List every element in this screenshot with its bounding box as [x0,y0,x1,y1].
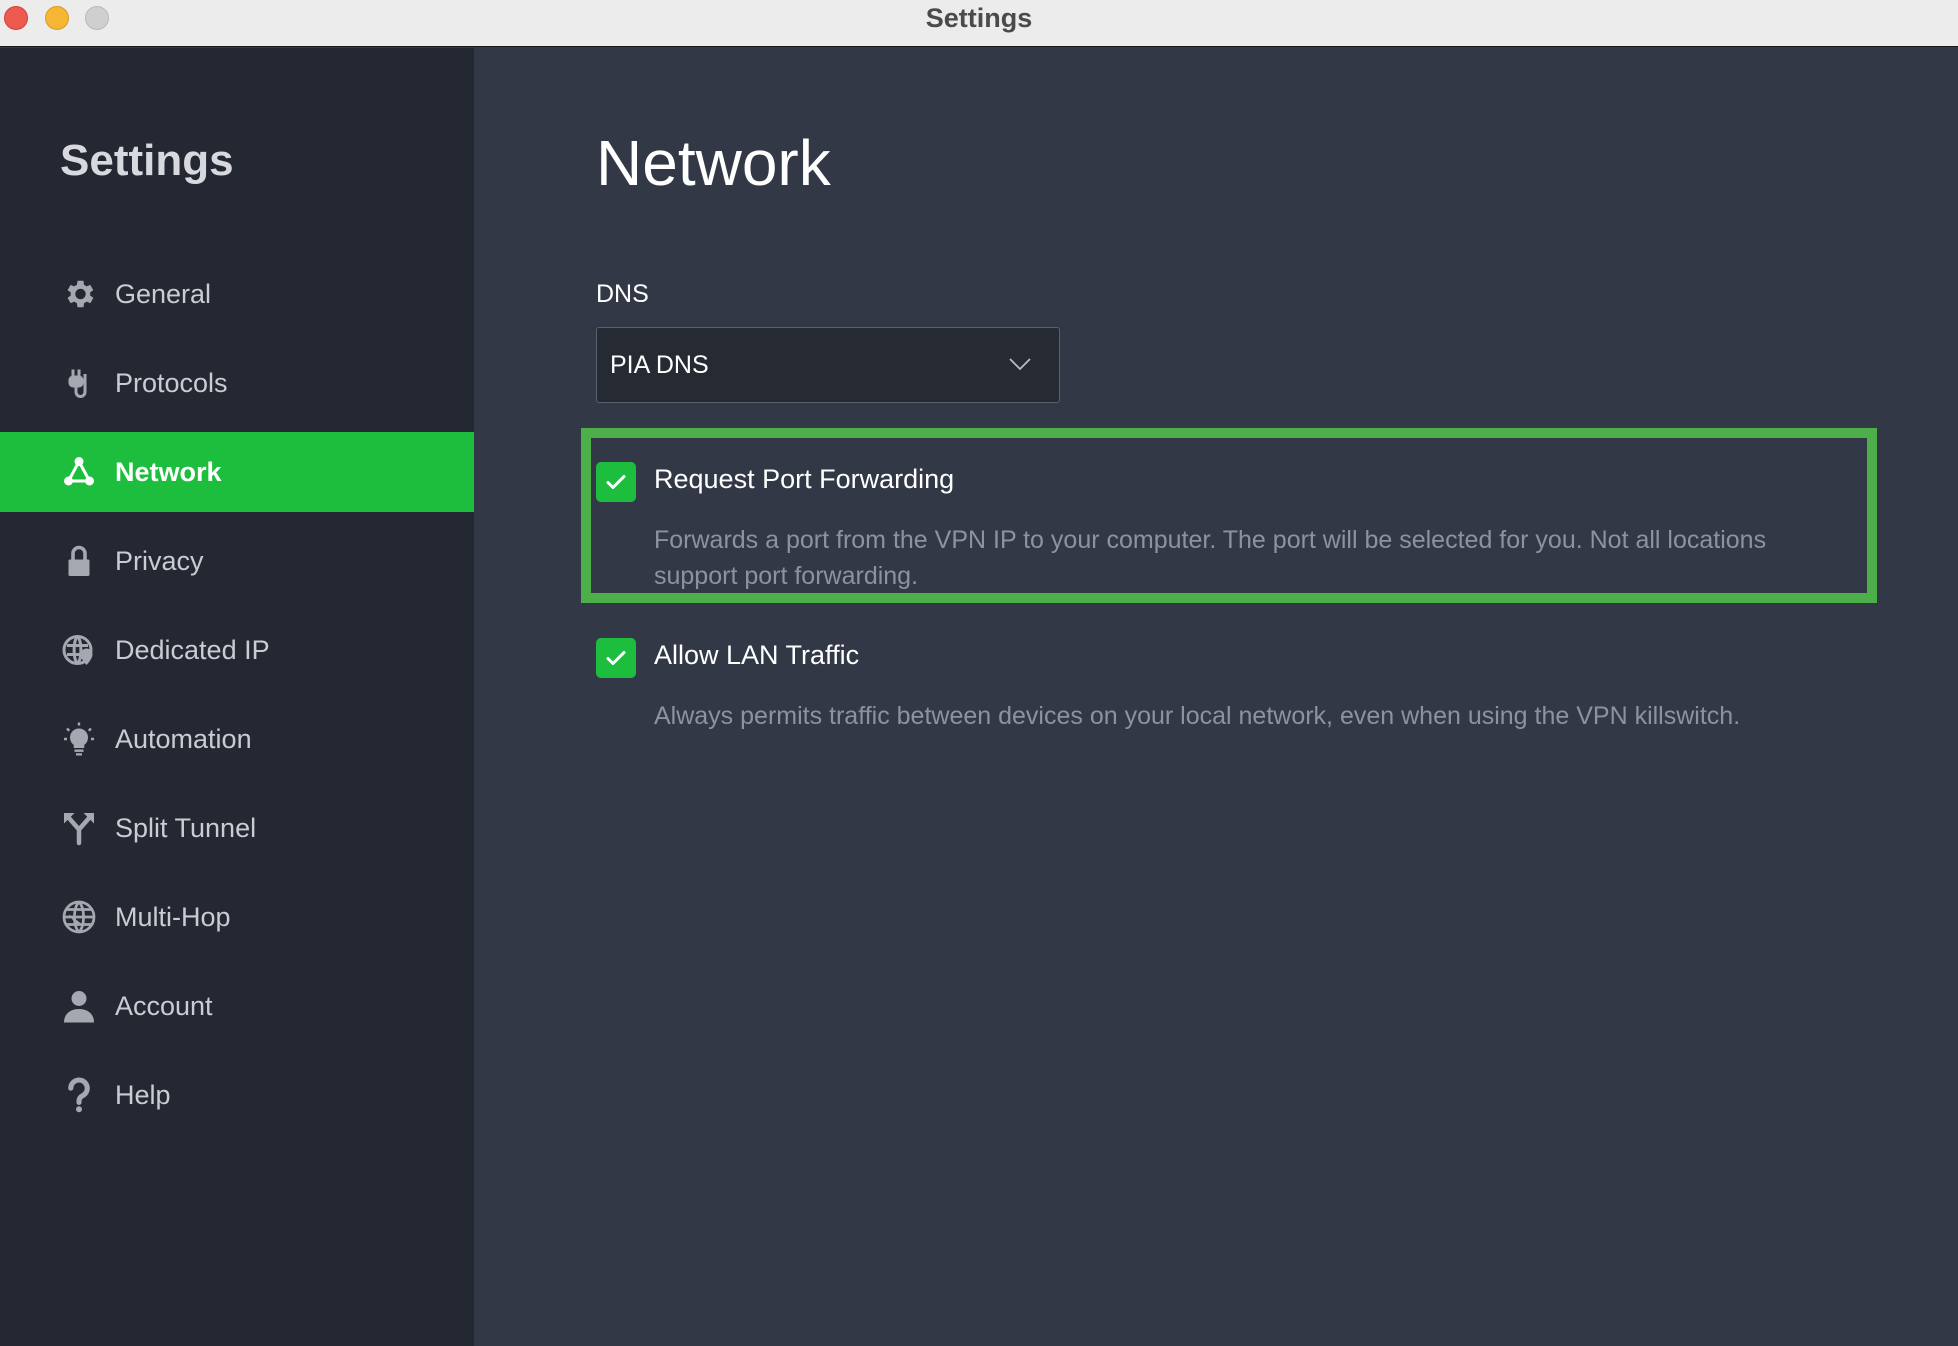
sidebar-item-label: Network [115,456,222,487]
page-title: Network [596,127,831,199]
sidebar-item-general[interactable]: General [0,254,474,334]
network-icon [59,452,99,492]
sidebar-item-label: Split Tunnel [115,812,257,843]
lock-icon [59,541,99,581]
option-title: Allow LAN Traffic [654,640,860,670]
sidebar-heading: Settings [60,136,234,185]
checkmark-icon [606,475,626,489]
sidebar-item-protocols[interactable]: Protocols [0,343,474,423]
option-description: Forwards a port from the VPN IP to your … [654,526,1767,590]
main-panel: Network DNS PIA DNS Request Port Forward… [474,48,1958,1346]
option-description: Always permits traffic between devices o… [654,702,1741,730]
dns-label: DNS [596,280,649,308]
option-title: Request Port Forwarding [654,464,955,494]
sidebar-item-label: Multi-Hop [115,901,231,932]
window-title: Settings [925,3,1033,33]
chevron-down-icon [1009,358,1031,371]
plug-icon [59,363,99,403]
lightbulb-icon [59,719,99,759]
sidebar-item-label: Dedicated IP [115,634,270,665]
sidebar-item-network[interactable]: Network [0,432,474,512]
dns-dropdown[interactable]: PIA DNS [596,327,1060,403]
allow-lan-traffic-checkbox[interactable] [596,638,636,678]
gear-icon [59,274,99,314]
dns-selected-value: PIA DNS [610,350,709,379]
sidebar-item-dedicated-ip[interactable]: Dedicated IP [0,610,474,690]
split-arrow-icon [59,808,99,848]
sidebar-item-label: Privacy [115,545,204,576]
question-icon [59,1075,99,1115]
sidebar: Settings General Protocols Network Priva… [0,48,474,1346]
sidebar-item-privacy[interactable]: Privacy [0,521,474,601]
globe-pin-icon [59,630,99,670]
sidebar-item-multi-hop[interactable]: Multi-Hop [0,877,474,957]
window-titlebar: Settings [0,0,1958,47]
globe-icon [59,897,99,937]
sidebar-item-label: General [115,278,212,309]
sidebar-item-automation[interactable]: Automation [0,699,474,779]
sidebar-item-split-tunnel[interactable]: Split Tunnel [0,788,474,868]
user-icon [59,986,99,1026]
sidebar-item-label: Protocols [115,367,228,398]
sidebar-item-label: Help [115,1079,171,1110]
checkmark-icon [606,651,626,665]
sidebar-item-label: Account [115,990,213,1021]
sidebar-item-account[interactable]: Account [0,966,474,1046]
sidebar-item-help[interactable]: Help [0,1055,474,1135]
request-port-forwarding-checkbox[interactable] [596,462,636,502]
sidebar-item-label: Automation [115,723,252,754]
